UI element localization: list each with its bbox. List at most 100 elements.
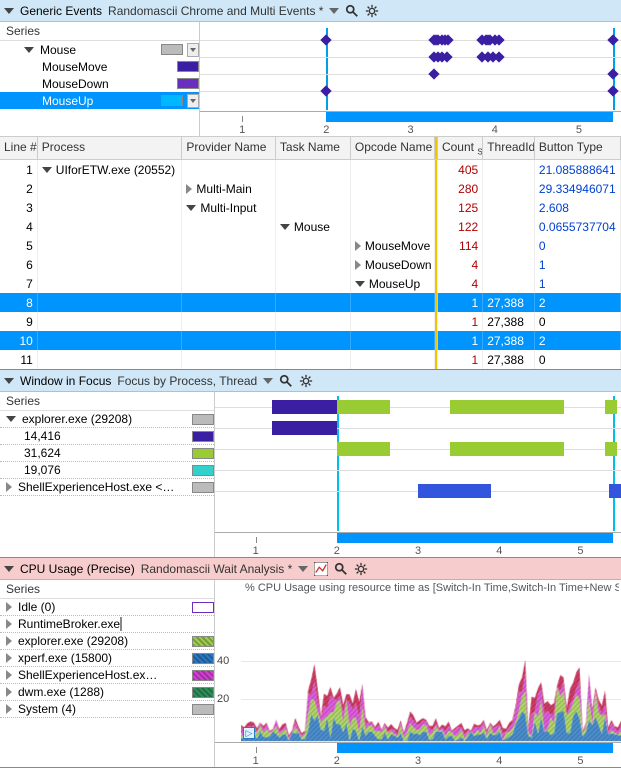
table-row[interactable]: 2Multi-Main28029.334946071: [0, 179, 621, 198]
col-header[interactable]: ThreadId: [483, 137, 535, 159]
focus-block[interactable]: [337, 442, 390, 456]
series-item[interactable]: xperf.exe (15800): [0, 650, 214, 667]
grid-header[interactable]: Line #ProcessProvider NameTask NameOpcod…: [0, 136, 621, 160]
collapse-icon[interactable]: [4, 566, 14, 572]
focus-block[interactable]: [609, 484, 621, 498]
table-row[interactable]: 5MouseMove1140: [0, 236, 621, 255]
series-item[interactable]: explorer.exe (29208): [0, 633, 214, 650]
expander-icon[interactable]: [6, 704, 12, 714]
col-header[interactable]: Button Type: [535, 137, 621, 159]
expander-icon[interactable]: [6, 619, 12, 629]
focus-block[interactable]: [418, 484, 491, 498]
series-item[interactable]: 14,416: [0, 428, 214, 445]
col-header[interactable]: Process: [38, 137, 183, 159]
series-item[interactable]: ShellExperienceHost.ex…: [0, 667, 214, 684]
table-row[interactable]: 3Multi-Input1252.608: [0, 198, 621, 217]
gear-icon[interactable]: [365, 4, 379, 18]
series-item[interactable]: System (4): [0, 701, 214, 718]
event-marker[interactable]: [607, 68, 618, 79]
event-marker[interactable]: [321, 85, 332, 96]
cpu-chart[interactable]: % CPU Usage using resource time as [Swit…: [215, 580, 621, 767]
search-icon[interactable]: [279, 374, 293, 388]
event-marker[interactable]: [321, 34, 332, 45]
dropdown-icon[interactable]: [187, 43, 199, 57]
table-row[interactable]: 7MouseUp41: [0, 274, 621, 293]
panel-header[interactable]: Window in Focus Focus by Process, Thread: [0, 370, 621, 392]
table-row[interactable]: 8127,3882: [0, 293, 621, 312]
expander-icon[interactable]: [6, 636, 12, 646]
col-header[interactable]: Opcode Name: [351, 137, 435, 159]
expander-icon[interactable]: [355, 241, 361, 251]
play-marker[interactable]: ▷: [243, 727, 255, 739]
table-row[interactable]: 6MouseDown41: [0, 255, 621, 274]
expander-icon[interactable]: [355, 260, 361, 270]
gear-icon[interactable]: [299, 374, 313, 388]
time-selection[interactable]: [337, 743, 613, 753]
col-header[interactable]: Provider Name: [182, 137, 276, 159]
timeline-chart[interactable]: 12345: [200, 22, 621, 136]
table-row[interactable]: 10127,3882: [0, 331, 621, 350]
table-row[interactable]: 9127,3880: [0, 312, 621, 331]
table-row[interactable]: 1UIforETW.exe (20552)40521.085888641: [0, 160, 621, 179]
collapse-icon[interactable]: [4, 378, 14, 384]
expander-icon[interactable]: [6, 670, 12, 680]
focus-block[interactable]: [450, 442, 564, 456]
generic-events-panel: Generic Events Randomascii Chrome and Mu…: [0, 0, 621, 370]
expander-icon[interactable]: [6, 653, 12, 663]
focus-block[interactable]: [337, 400, 390, 414]
expander-icon[interactable]: [6, 482, 12, 492]
dropdown-icon[interactable]: [187, 94, 199, 108]
focus-chart[interactable]: 12345: [215, 392, 621, 557]
chevron-down-icon[interactable]: [263, 378, 273, 384]
y-tick: 20: [217, 693, 229, 705]
focus-block[interactable]: [272, 421, 337, 435]
expander-icon[interactable]: [6, 416, 16, 422]
grid-body[interactable]: 1UIforETW.exe (20552)40521.0858886412Mul…: [0, 160, 621, 369]
panel-header[interactable]: Generic Events Randomascii Chrome and Mu…: [0, 0, 621, 22]
series-item[interactable]: 19,076: [0, 462, 214, 479]
col-header[interactable]: Count Sum ▼: [438, 137, 483, 159]
search-icon[interactable]: [334, 562, 348, 576]
series-item[interactable]: 31,624: [0, 445, 214, 462]
expander-icon[interactable]: [6, 602, 12, 612]
series-item[interactable]: MouseMove: [0, 58, 199, 75]
focus-block[interactable]: [605, 400, 617, 414]
series-item[interactable]: MouseDown: [0, 75, 199, 92]
expander-icon[interactable]: [355, 281, 365, 287]
table-row[interactable]: 11127,3880: [0, 350, 621, 369]
event-marker[interactable]: [428, 68, 439, 79]
preset-dropdown[interactable]: Randomascii Chrome and Multi Events *: [108, 4, 323, 18]
panel-header[interactable]: CPU Usage (Precise) Randomascii Wait Ana…: [0, 558, 621, 580]
col-header[interactable]: Line #: [0, 137, 38, 159]
series-item[interactable]: explorer.exe (29208): [0, 411, 214, 428]
gear-icon[interactable]: [354, 562, 368, 576]
series-item[interactable]: Idle (0): [0, 599, 214, 616]
collapse-icon[interactable]: [4, 8, 14, 14]
series-item[interactable]: RuntimeBroker.exe: [0, 616, 214, 633]
chevron-down-icon[interactable]: [298, 566, 308, 572]
series-item[interactable]: ShellExperienceHost.exe <…: [0, 479, 214, 496]
expander-icon[interactable]: [24, 47, 34, 53]
search-icon[interactable]: [345, 4, 359, 18]
time-selection[interactable]: [337, 533, 613, 543]
expander-icon[interactable]: [186, 184, 192, 194]
time-selection[interactable]: [326, 112, 612, 122]
event-marker[interactable]: [607, 85, 618, 96]
expander-icon[interactable]: [6, 687, 12, 697]
series-item[interactable]: Mouse: [0, 41, 199, 58]
preset-dropdown[interactable]: Focus by Process, Thread: [117, 374, 257, 388]
chart-icon[interactable]: [314, 562, 328, 576]
series-item[interactable]: MouseUp: [0, 92, 199, 109]
focus-block[interactable]: [450, 400, 564, 414]
preset-dropdown[interactable]: Randomascii Wait Analysis *: [141, 562, 293, 576]
event-marker[interactable]: [607, 34, 618, 45]
series-item[interactable]: dwm.exe (1288): [0, 684, 214, 701]
table-row[interactable]: 4Mouse1220.0655737704: [0, 217, 621, 236]
focus-block[interactable]: [605, 442, 617, 456]
expander-icon[interactable]: [186, 205, 196, 211]
expander-icon[interactable]: [42, 167, 52, 173]
chevron-down-icon[interactable]: [329, 8, 339, 14]
focus-block[interactable]: [272, 400, 337, 414]
col-header[interactable]: Task Name: [276, 137, 351, 159]
expander-icon[interactable]: [280, 224, 290, 230]
